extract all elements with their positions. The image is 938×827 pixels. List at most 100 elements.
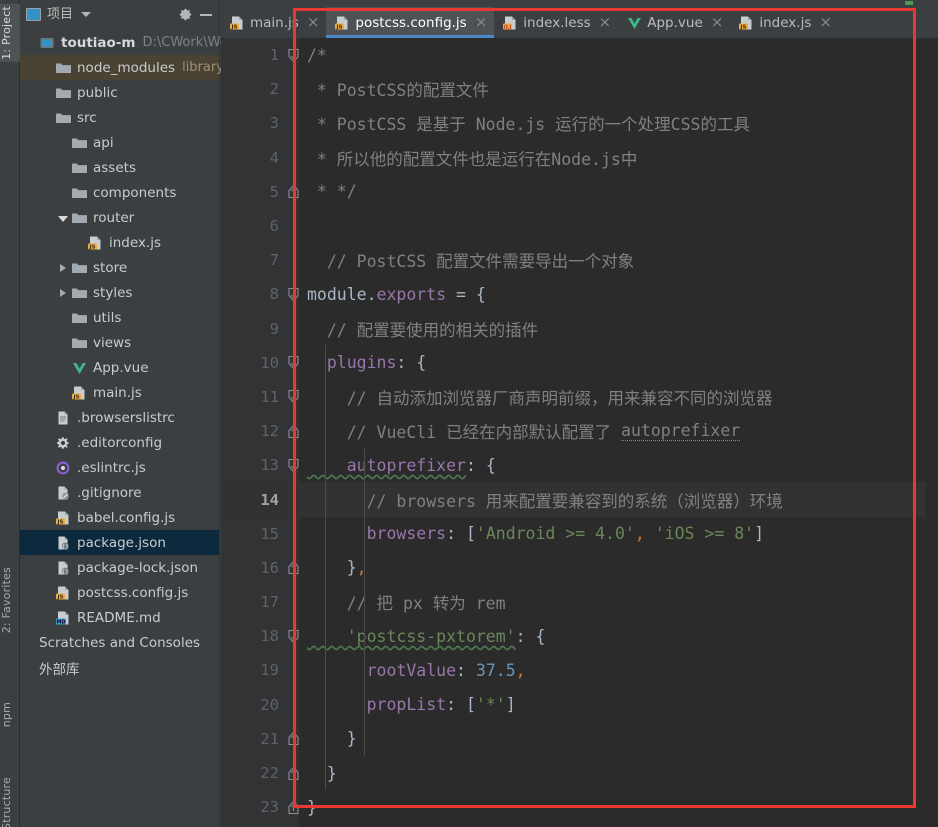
tree-row[interactable]: styles bbox=[20, 280, 219, 305]
minimize-icon[interactable] bbox=[199, 7, 213, 21]
tree-row[interactable]: App.vue bbox=[20, 355, 219, 380]
tree-item-label: src bbox=[77, 109, 97, 126]
tree-row[interactable]: store bbox=[20, 255, 219, 280]
code-token: * PostCSS 是基于 Node.js 运行的一个处理CSS的工具 bbox=[307, 115, 750, 135]
tree-row[interactable]: .browserslistrc bbox=[20, 405, 219, 430]
code-line[interactable]: 22 } bbox=[221, 756, 938, 790]
code-line[interactable]: 21 } bbox=[221, 722, 938, 756]
code-line[interactable]: 23} bbox=[221, 790, 938, 824]
code-line[interactable]: 6 bbox=[221, 209, 938, 243]
editor-tab-main-js[interactable]: JS main.js × bbox=[221, 7, 326, 38]
tree-row[interactable]: utils bbox=[20, 305, 219, 330]
editor-tab-postcss-config-js[interactable]: JS postcss.config.js × bbox=[326, 7, 495, 38]
fold-up-icon[interactable] bbox=[285, 414, 301, 448]
fold-down-icon[interactable] bbox=[285, 346, 301, 380]
code-line[interactable]: 9 // 配置要使用的相关的插件 bbox=[221, 312, 938, 346]
twisty-closed-icon[interactable] bbox=[56, 286, 70, 300]
code-text: // PostCSS 配置文件需要导出一个对象 bbox=[307, 243, 634, 277]
tree-row[interactable]: MD README.md bbox=[20, 605, 219, 630]
gear-icon[interactable] bbox=[178, 7, 193, 22]
close-icon[interactable]: × bbox=[711, 15, 724, 30]
code-line[interactable]: 15 browsers: ['Android >= 4.0', 'iOS >= … bbox=[221, 517, 938, 551]
tree-row[interactable]: JS index.js bbox=[20, 230, 219, 255]
fold-up-icon[interactable] bbox=[285, 175, 301, 209]
tree-row[interactable]: api bbox=[20, 130, 219, 155]
code-token: 'iOS >= 8' bbox=[654, 524, 755, 544]
code-line[interactable]: 18 'postcss-pxtorem': { bbox=[221, 619, 938, 653]
code-line[interactable]: 14 // browsers 用来配置要兼容到的系统（浏览器）环境 bbox=[221, 482, 938, 517]
editor-tab-app-vue[interactable]: App.vue × bbox=[618, 7, 730, 38]
chevron-down-icon[interactable] bbox=[81, 11, 92, 17]
svg-text:JS: JS bbox=[72, 394, 79, 400]
code-token: , bbox=[515, 660, 526, 680]
fold-up-icon[interactable] bbox=[285, 551, 301, 585]
tree-row[interactable]: {} package.json bbox=[20, 530, 219, 555]
tree-row[interactable]: node_modules library r bbox=[20, 55, 233, 80]
code-line[interactable]: 12 // VueCli 已经在内部默认配置了 autoprefixer bbox=[221, 414, 938, 448]
svg-text:JS: JS bbox=[88, 244, 95, 250]
close-icon[interactable]: × bbox=[307, 15, 320, 30]
close-icon[interactable]: × bbox=[599, 15, 612, 30]
code-editor[interactable]: 1/* 2 * PostCSS的配置文件 3 * PostCSS 是基于 Node.… bbox=[221, 38, 938, 827]
tree-row[interactable]: .eslintrc.js bbox=[20, 455, 219, 480]
tool-window-tab-project[interactable]: 1: Project bbox=[0, 4, 20, 62]
code-line[interactable]: 3 * PostCSS 是基于 Node.js 运行的一个处理CSS的工具 bbox=[221, 106, 938, 140]
code-line[interactable]: 16 }, bbox=[221, 551, 938, 585]
tree-row[interactable]: Scratches and Consoles bbox=[20, 630, 219, 655]
fold-up-icon[interactable] bbox=[285, 790, 301, 824]
code-line[interactable]: 8 module. exports = { bbox=[221, 277, 938, 311]
fold-down-icon[interactable] bbox=[285, 277, 301, 311]
tree-row[interactable]: toutiao-m D:\CWork\Web bbox=[20, 30, 236, 55]
code-line[interactable]: 1 /* bbox=[221, 38, 938, 72]
ignored-file-icon bbox=[55, 485, 72, 501]
tree-row[interactable]: public bbox=[20, 80, 219, 105]
fold-up-icon[interactable] bbox=[285, 756, 301, 790]
editor-tab-index-js[interactable]: JS index.js × bbox=[730, 7, 839, 38]
editor-vertical-scrollbar[interactable] bbox=[926, 38, 938, 827]
code-line[interactable]: 20 propList: ['*'] bbox=[221, 688, 938, 722]
tool-window-tab-structure[interactable]: Structure bbox=[0, 775, 20, 827]
twisty-closed-icon[interactable] bbox=[56, 261, 70, 275]
close-icon[interactable]: × bbox=[475, 15, 488, 30]
tool-window-tab-npm[interactable]: npm bbox=[0, 700, 20, 729]
tree-row[interactable]: src bbox=[20, 105, 219, 130]
code-line[interactable]: 4 * 所以他的配置文件也是运行在Node.js中 bbox=[221, 141, 938, 175]
code-line[interactable]: 13 autoprefixer: { bbox=[221, 448, 938, 482]
code-line[interactable]: 7 // PostCSS 配置文件需要导出一个对象 bbox=[221, 243, 938, 277]
fold-down-icon[interactable] bbox=[285, 38, 301, 72]
tree-row[interactable]: components bbox=[20, 180, 219, 205]
close-icon[interactable]: × bbox=[819, 15, 832, 30]
tree-row[interactable]: router bbox=[20, 205, 219, 230]
tree-item-label: babel.config.js bbox=[77, 509, 176, 526]
project-root-icon bbox=[39, 35, 56, 51]
code-line[interactable]: 10 plugins: { bbox=[221, 346, 938, 380]
tree-row[interactable]: JS postcss.config.js bbox=[20, 580, 219, 605]
tree-row[interactable]: JS main.js bbox=[20, 380, 219, 405]
twisty-open-icon[interactable] bbox=[56, 211, 70, 225]
code-line[interactable]: 17 // 把 px 转为 rem bbox=[221, 585, 938, 619]
tree-row[interactable]: assets bbox=[20, 155, 219, 180]
code-line[interactable]: 11 // 自动添加浏览器厂商声明前缀，用来兼容不同的浏览器 bbox=[221, 380, 938, 414]
fold-down-icon[interactable] bbox=[285, 380, 301, 414]
tree-item-label: node_modules bbox=[77, 59, 176, 76]
tree-row[interactable]: {} package-lock.json bbox=[20, 555, 219, 580]
fold-down-icon[interactable] bbox=[285, 619, 301, 653]
code-line[interactable]: 2 * PostCSS的配置文件 bbox=[221, 72, 938, 106]
tree-row[interactable]: .editorconfig bbox=[20, 430, 219, 455]
editor-tab-index-less[interactable]: (L) index.less × bbox=[494, 7, 618, 38]
tree-row[interactable]: .gitignore bbox=[20, 480, 219, 505]
code-line[interactable]: 19 rootValue: 37.5, bbox=[221, 653, 938, 687]
tree-row[interactable]: views bbox=[20, 330, 219, 355]
tree-row[interactable]: JS babel.config.js bbox=[20, 505, 219, 530]
code-text: // 把 px 转为 rem bbox=[307, 585, 506, 619]
fold-down-icon[interactable] bbox=[285, 448, 301, 482]
fold-up-icon[interactable] bbox=[285, 722, 301, 756]
svg-text:(L): (L) bbox=[504, 24, 512, 30]
tool-window-tab-favorites[interactable]: 2: Favorites bbox=[0, 565, 20, 635]
code-line[interactable]: 5 * */ bbox=[221, 175, 938, 209]
tree-row[interactable]: 外部库 bbox=[20, 655, 219, 680]
line-number: 22 bbox=[260, 764, 279, 783]
